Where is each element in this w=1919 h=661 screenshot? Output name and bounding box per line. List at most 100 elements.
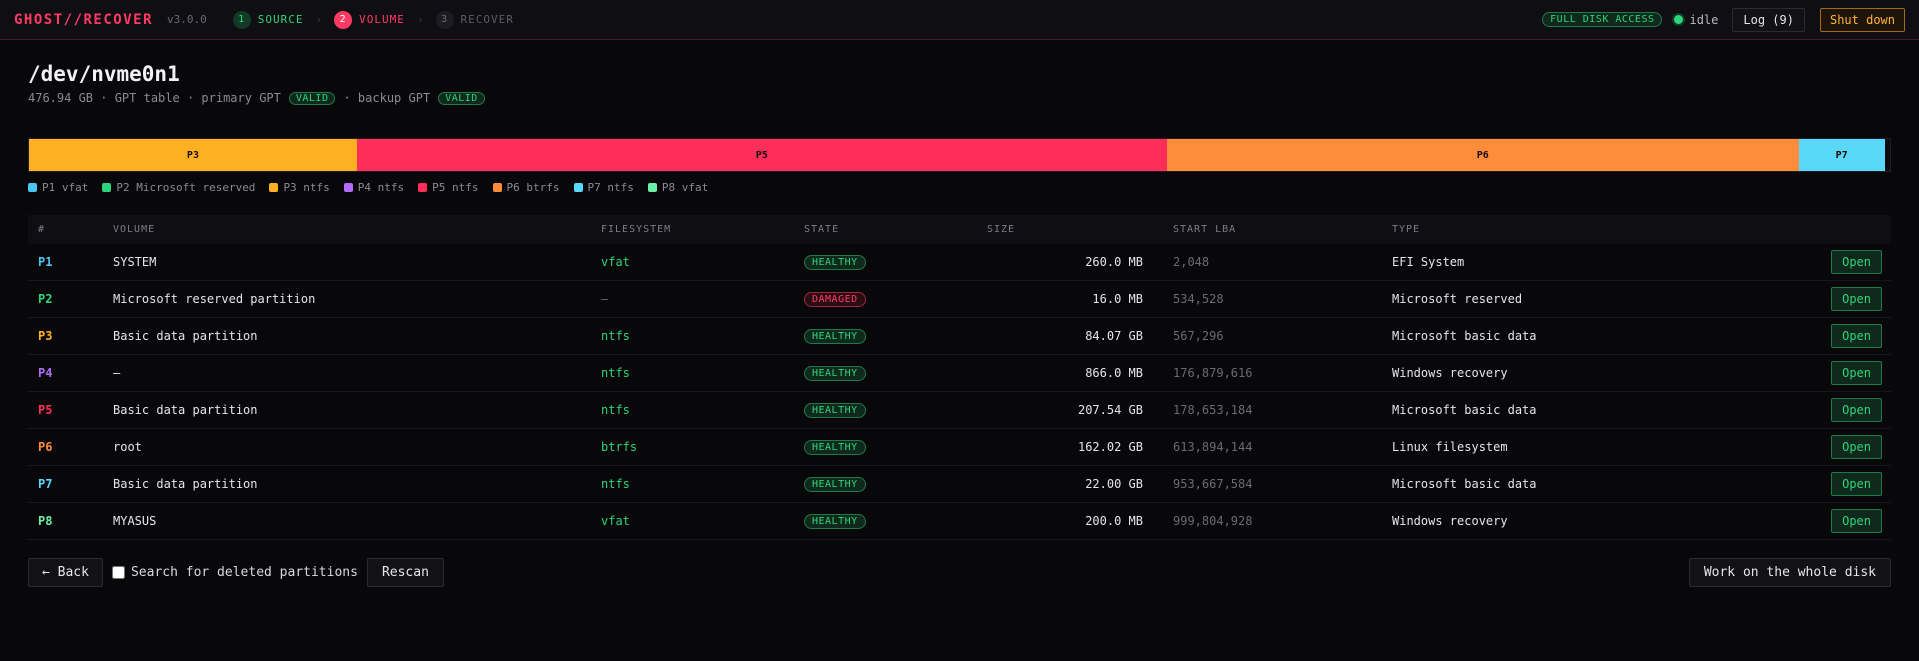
volume-name: Basic data partition [103, 317, 591, 355]
table-row: P3 Basic data partition ntfs HEALTHY 84.07 G… [28, 317, 1891, 355]
table-row: P8 MYASUS vfat HEALTHY 200.0 MB 999,804,928 Wi… [28, 502, 1891, 540]
partition-id: P1 [28, 244, 103, 281]
legend-swatch [343, 183, 353, 192]
primary-gpt-badge: VALID [288, 91, 336, 105]
back-button[interactable]: ← Back [28, 558, 103, 587]
partition-id: P7 [28, 465, 103, 503]
start-lba: 999,804,928 [1163, 502, 1382, 540]
legend-swatch [418, 183, 428, 192]
step-number: 1 [232, 10, 251, 29]
legend-swatch [492, 183, 502, 192]
partition-size: 866.0 MB [977, 354, 1163, 392]
open-button[interactable]: Open [1831, 509, 1882, 533]
disk-size-info: 476.94 GB · GPT table · primary GPT [28, 91, 281, 105]
search-deleted-checkbox[interactable] [111, 566, 125, 579]
start-lba: 567,296 [1163, 317, 1382, 355]
open-button[interactable]: Open [1831, 361, 1882, 385]
status-text: idle [1689, 12, 1719, 27]
whole-disk-button[interactable]: Work on the whole disk [1688, 558, 1891, 587]
legend-item: P6 btrfs [492, 181, 560, 194]
partition-type: Microsoft basic data [1382, 465, 1622, 503]
disk-info: 476.94 GB · GPT table · primary GPT VALI… [28, 91, 1891, 105]
filesystem: ntfs [591, 391, 794, 429]
partition-segment: P7 [1798, 139, 1885, 171]
action-cell: Open [1622, 280, 1891, 318]
legend-swatch [28, 183, 37, 192]
start-lba: 2,048 [1163, 244, 1382, 281]
state-cell: HEALTHY [794, 317, 977, 355]
legend-item: P8 vfat [647, 181, 708, 194]
legend-label: P3 ntfs [283, 181, 330, 194]
volume-name: — [103, 354, 591, 392]
step-label: VOLUME [359, 13, 405, 26]
open-button[interactable]: Open [1831, 472, 1882, 496]
partition-segment: P3 [29, 139, 357, 171]
partition-size: 200.0 MB [977, 502, 1163, 540]
partition-size: 84.07 GB [977, 317, 1163, 355]
legend-item: P2 Microsoft reserved [102, 181, 255, 194]
top-bar: GHOST//RECOVER v3.0.0 1 SOURCE › 2 VOLUM… [0, 0, 1919, 40]
step-label: RECOVER [460, 13, 514, 26]
partition-map-bar: P3 P5 P6 P7 [28, 138, 1891, 172]
start-lba: 176,879,616 [1163, 354, 1382, 392]
main-content: /dev/nvme0n1 476.94 GB · GPT table · pri… [0, 62, 1919, 587]
partition-type: EFI System [1382, 244, 1622, 281]
partition-id: P6 [28, 428, 103, 466]
filesystem: vfat [591, 244, 794, 281]
rescan-button[interactable]: Rescan [366, 558, 444, 587]
partition-type: Linux filesystem [1382, 428, 1622, 466]
open-button[interactable]: Open [1831, 250, 1882, 274]
filesystem: vfat [591, 502, 794, 540]
step-source[interactable]: 1 SOURCE [232, 10, 304, 29]
action-cell: Open [1622, 354, 1891, 392]
start-lba: 534,528 [1163, 280, 1382, 318]
column-header-filesystem: FILESYSTEM [601, 224, 672, 235]
open-button[interactable]: Open [1831, 324, 1882, 348]
state-badge: HEALTHY [804, 477, 866, 492]
volume-name: SYSTEM [103, 244, 591, 281]
action-cell: Open [1622, 244, 1891, 281]
state-cell: HEALTHY [794, 465, 977, 503]
legend-swatch [102, 183, 112, 192]
action-cell: Open [1622, 465, 1891, 503]
table-row: P1 SYSTEM vfat HEALTHY 260.0 MB 2,048 EFI Syst… [28, 244, 1891, 281]
partition-table-body: P1 SYSTEM vfat HEALTHY 260.0 MB 2,048 EFI Syst… [28, 244, 1891, 540]
filesystem: — [591, 280, 794, 318]
log-button[interactable]: Log (9) [1732, 7, 1805, 32]
full-disk-access-badge: FULL DISK ACCESS [1542, 12, 1663, 27]
table-row: P5 Basic data partition ntfs HEALTHY 207.54 … [28, 391, 1891, 429]
column-header-volume: VOLUME [113, 224, 156, 235]
wizard-steps: 1 SOURCE › 2 VOLUME › 3 RECOVER [232, 10, 514, 29]
top-right-controls: FULL DISK ACCESS idle Log (9) Shut down [1542, 7, 1905, 32]
open-button[interactable]: Open [1831, 435, 1882, 459]
volume-name: Basic data partition [103, 391, 591, 429]
legend-label: P5 ntfs [432, 181, 479, 194]
device-title: /dev/nvme0n1 [28, 62, 180, 86]
action-cell: Open [1622, 428, 1891, 466]
start-lba: 953,667,584 [1163, 465, 1382, 503]
state-cell: HEALTHY [794, 391, 977, 429]
state-cell: DAMAGED [794, 280, 977, 318]
state-cell: HEALTHY [794, 244, 977, 281]
legend-item: P4 ntfs [343, 181, 404, 194]
legend-label: P1 vfat [42, 181, 89, 194]
volume-name: MYASUS [103, 502, 591, 540]
partition-segment: P5 [356, 139, 1167, 171]
state-badge: HEALTHY [804, 440, 866, 455]
step-number: 3 [435, 10, 454, 29]
table-header-row: # VOLUME FILESYSTEM STATE SIZE START LBA… [28, 215, 1891, 244]
search-deleted-option[interactable]: Search for deleted partitions [111, 565, 358, 580]
partition-type: Windows recovery [1382, 354, 1622, 392]
step-volume[interactable]: 2 VOLUME [334, 10, 405, 29]
open-button[interactable]: Open [1831, 398, 1882, 422]
open-button[interactable]: Open [1831, 287, 1882, 311]
step-recover[interactable]: 3 RECOVER [435, 10, 514, 29]
shutdown-button[interactable]: Shut down [1819, 7, 1905, 32]
column-header-actions [1622, 215, 1891, 244]
legend-item: P5 ntfs [418, 181, 479, 194]
column-header-size: SIZE [987, 224, 1016, 235]
partition-type: Microsoft basic data [1382, 391, 1622, 429]
legend-item: P7 ntfs [573, 181, 634, 194]
state-cell: HEALTHY [794, 354, 977, 392]
state-badge: HEALTHY [804, 403, 866, 418]
